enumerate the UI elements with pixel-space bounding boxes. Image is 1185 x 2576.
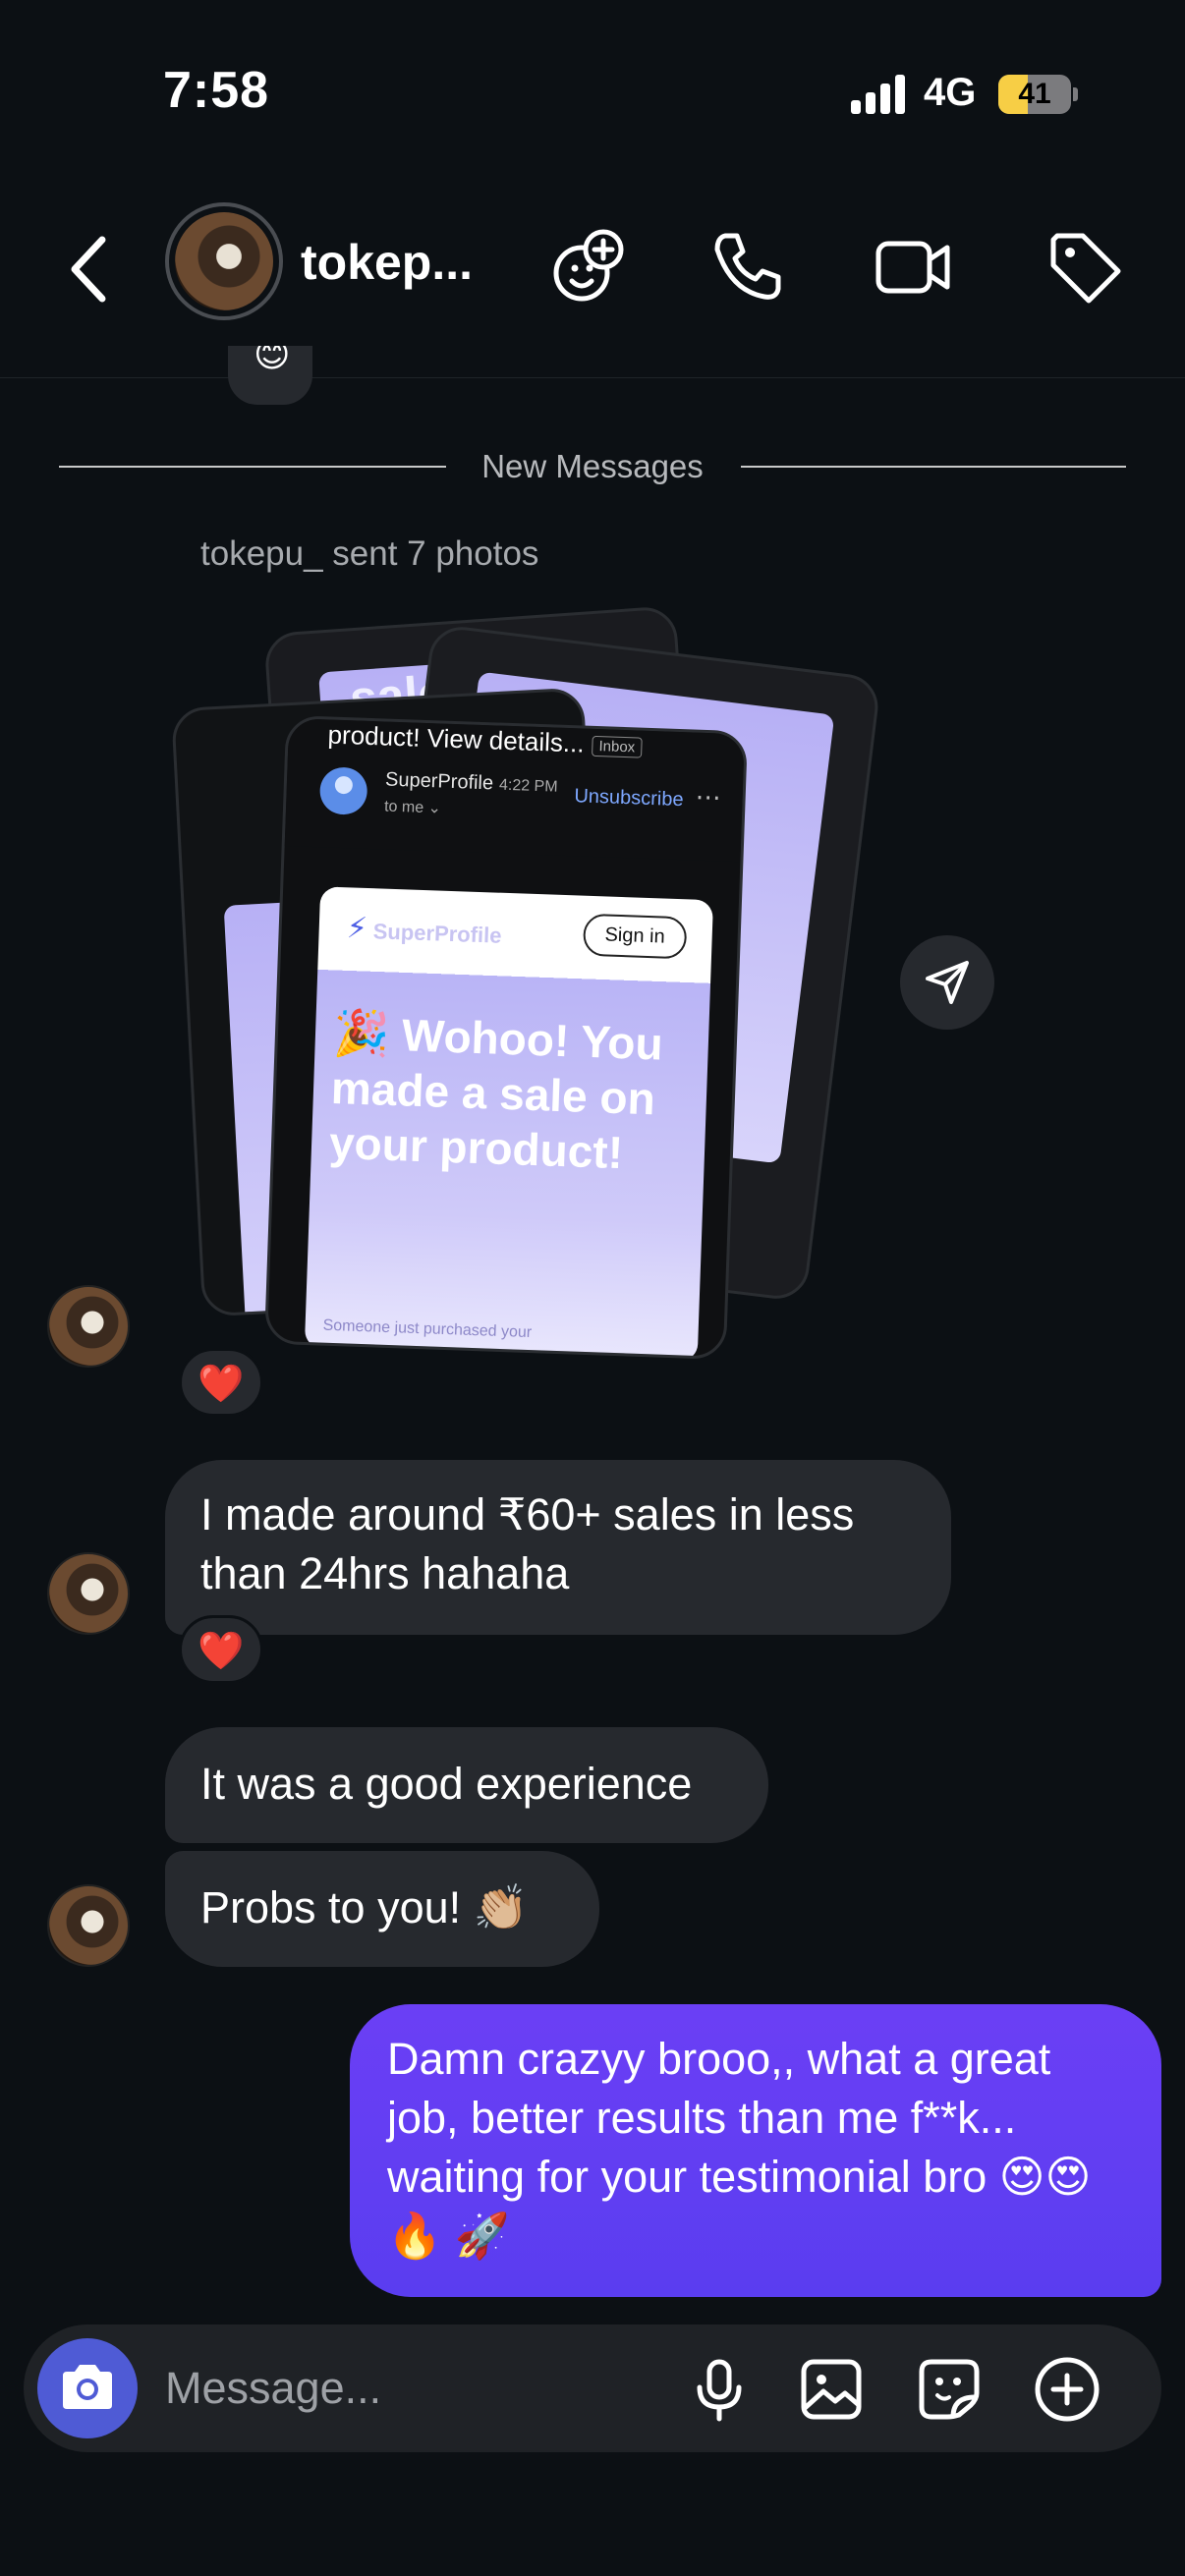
back-chevron-icon[interactable]	[61, 230, 120, 308]
incoming-message[interactable]: It was a good experience	[165, 1727, 768, 1843]
photo-reaction[interactable]: ❤️	[179, 1348, 263, 1417]
tag-icon[interactable]	[1040, 222, 1128, 310]
message-reaction[interactable]: ❤️	[179, 1615, 263, 1684]
plus-circle-icon[interactable]	[1032, 2354, 1102, 2425]
microphone-icon[interactable]	[684, 2354, 755, 2425]
avatar[interactable]	[47, 1285, 130, 1368]
chat-header: tokep...	[0, 187, 1185, 378]
sticker-icon[interactable]	[914, 2354, 985, 2425]
contact-username[interactable]: tokep...	[301, 234, 473, 291]
new-messages-divider: New Messages	[59, 442, 1126, 491]
email-preview: ⚡ SuperProfile Sign in 🎉 Wohoo! You made …	[304, 886, 714, 1361]
message-input[interactable]	[165, 2354, 656, 2423]
send-icon[interactable]	[900, 935, 994, 1030]
incoming-message[interactable]: Probs to you! 👏🏼	[165, 1851, 599, 1967]
message-composer	[24, 2324, 1161, 2452]
previous-reaction: 😊	[228, 346, 312, 405]
battery-level: 41	[1018, 78, 1051, 110]
add-emoji-icon[interactable]	[544, 222, 633, 310]
network-type: 4G	[924, 71, 977, 114]
status-time: 7:58	[163, 62, 270, 119]
status-bar: 7:58 4G 41	[0, 0, 1185, 187]
battery-icon: 41	[998, 75, 1078, 114]
outgoing-message[interactable]: Damn crazyy brooo,, what a great job, be…	[350, 2004, 1161, 2297]
photo-stack[interactable]: sale on your product! View details...Inb…	[167, 599, 882, 1366]
incoming-message[interactable]: I made around ₹60+ sales in less than 24…	[165, 1460, 951, 1635]
avatar[interactable]	[47, 1552, 130, 1635]
phone-icon[interactable]	[704, 222, 792, 310]
sender-avatar	[318, 766, 368, 815]
photos-caption: tokepu_ sent 7 photos	[200, 534, 539, 573]
contact-avatar[interactable]	[165, 202, 283, 320]
camera-icon[interactable]	[37, 2338, 138, 2438]
cellular-signal-icon	[851, 75, 908, 114]
photo-card-front[interactable]: product! View details... Inbox SuperProfi…	[263, 714, 749, 1361]
gallery-icon[interactable]	[796, 2354, 867, 2425]
avatar[interactable]	[47, 1884, 130, 1967]
video-icon[interactable]	[869, 222, 957, 310]
